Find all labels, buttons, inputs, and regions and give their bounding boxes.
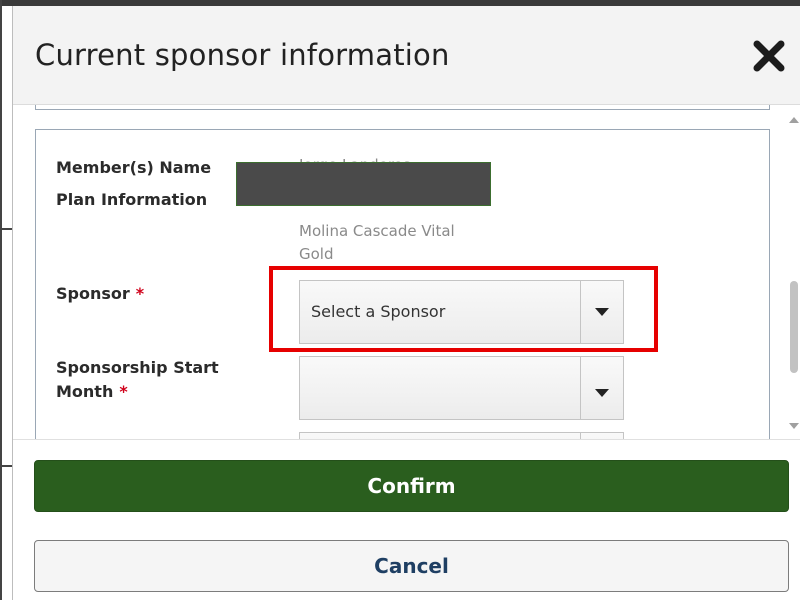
background-page-border	[0, 0, 2, 600]
close-icon[interactable]	[751, 38, 787, 74]
select-divider	[580, 357, 581, 419]
chevron-down-icon	[595, 389, 609, 397]
sponsor-select[interactable]: Select a Sponsor	[299, 280, 624, 344]
next-field-select[interactable]	[299, 432, 624, 439]
plan-name-line2: Gold	[299, 245, 334, 263]
member-name-label: Member(s) Name	[56, 158, 212, 177]
sponsor-label: Sponsor *	[56, 282, 144, 306]
scroll-up-arrow-icon[interactable]	[789, 117, 799, 123]
background-divider	[0, 465, 12, 467]
sponsor-select-value: Select a Sponsor	[311, 302, 446, 321]
confirm-button[interactable]: Confirm	[34, 460, 789, 512]
select-divider	[580, 281, 581, 343]
background-divider	[0, 228, 12, 230]
cancel-button[interactable]: Cancel	[34, 540, 789, 592]
sponsor-form-card: Member(s) Name Jorge Landeros Plan Infor…	[35, 129, 770, 439]
sponsor-modal: Current sponsor information Member(s) Na…	[12, 6, 800, 601]
start-month-label-line2: Month	[56, 382, 114, 401]
scroll-down-arrow-icon[interactable]	[789, 423, 799, 429]
plan-info-label: Plan Information	[56, 190, 208, 209]
modal-footer: Confirm Cancel	[13, 439, 800, 601]
scrollbar-thumb[interactable]	[790, 281, 798, 373]
sponsor-label-text: Sponsor	[56, 284, 130, 303]
required-asterisk: *	[119, 382, 128, 401]
chevron-down-icon	[595, 308, 609, 316]
modal-title: Current sponsor information	[35, 38, 450, 72]
scrollbar[interactable]	[785, 105, 800, 439]
previous-section	[35, 105, 770, 110]
start-month-label: Sponsorship Start Month *	[56, 356, 219, 404]
redaction-box	[236, 162, 491, 206]
modal-header: Current sponsor information	[13, 6, 800, 105]
start-month-select[interactable]	[299, 356, 624, 420]
plan-name-line1: Molina Cascade Vital	[299, 222, 455, 240]
start-month-label-line1: Sponsorship Start	[56, 358, 219, 377]
modal-scroll-area[interactable]: Member(s) Name Jorge Landeros Plan Infor…	[13, 105, 800, 439]
required-asterisk: *	[135, 284, 145, 303]
